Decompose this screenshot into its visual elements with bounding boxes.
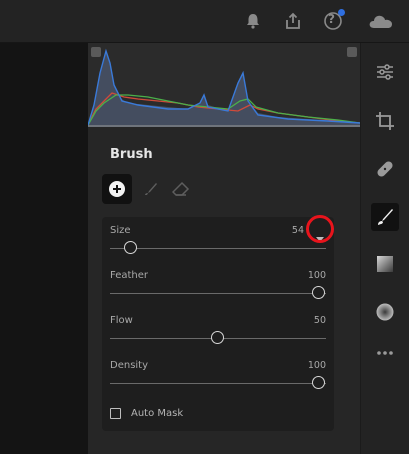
notification-dot [338,9,345,16]
feather-slider-knob[interactable] [312,286,325,299]
edit-sliders-icon[interactable] [371,58,399,86]
cloud-icon[interactable] [366,9,396,33]
radial-icon[interactable] [371,298,399,326]
tool-rail [360,43,409,454]
density-slider-row: Density 100 [110,360,326,400]
top-bar: ? [0,0,409,43]
shadow-clipping-toggle[interactable] [91,47,101,57]
size-value[interactable]: 54 [292,225,304,236]
auto-mask-option[interactable]: Auto Mask [110,408,183,419]
help-icon[interactable]: ? [322,9,346,33]
size-track[interactable] [110,248,326,249]
brush-paint-button[interactable] [138,174,164,204]
gradient-icon[interactable] [371,250,399,278]
heal-icon[interactable] [371,155,399,183]
histogram [87,43,361,127]
add-brush-icon [109,181,125,197]
auto-mask-label: Auto Mask [131,408,184,419]
auto-mask-checkbox[interactable] [110,408,121,419]
flow-label: Flow [110,315,133,326]
eraser-button[interactable] [168,174,194,204]
brush-paint-icon [145,183,157,195]
density-label: Density [110,360,149,371]
add-brush-button[interactable] [102,174,132,204]
flow-slider-row: Flow 50 [110,315,326,355]
crop-icon[interactable] [371,107,399,135]
feather-slider-row: Feather 100 [110,270,326,310]
bell-icon[interactable] [241,9,265,33]
eraser-icon [172,181,190,196]
brush-settings-box: Size 54 Feather 100 Flow 50 Density 100 [102,217,334,431]
histogram-graph [87,48,361,127]
help-glyph: ? [328,12,335,26]
feather-value[interactable]: 100 [308,270,326,281]
flow-value[interactable]: 50 [314,315,326,326]
highlight-clipping-toggle[interactable] [347,47,357,57]
flow-slider-knob[interactable] [211,331,224,344]
feather-track[interactable] [110,293,326,294]
density-slider-knob[interactable] [312,376,325,389]
density-value[interactable]: 100 [308,360,326,371]
canvas-area [0,43,88,454]
highlight-ring [306,215,334,243]
more-icon[interactable] [371,339,399,367]
size-label: Size [110,225,131,236]
size-slider-knob[interactable] [124,241,137,254]
size-slider-row: Size 54 [110,225,326,265]
density-track[interactable] [110,383,326,384]
share-icon[interactable] [281,9,305,33]
feather-label: Feather [110,270,149,281]
brush-icon[interactable] [371,203,399,231]
edit-panel: Brush Size 54 Feather 100 Flow 50 Densit… [87,43,361,454]
panel-title: Brush [110,147,153,162]
